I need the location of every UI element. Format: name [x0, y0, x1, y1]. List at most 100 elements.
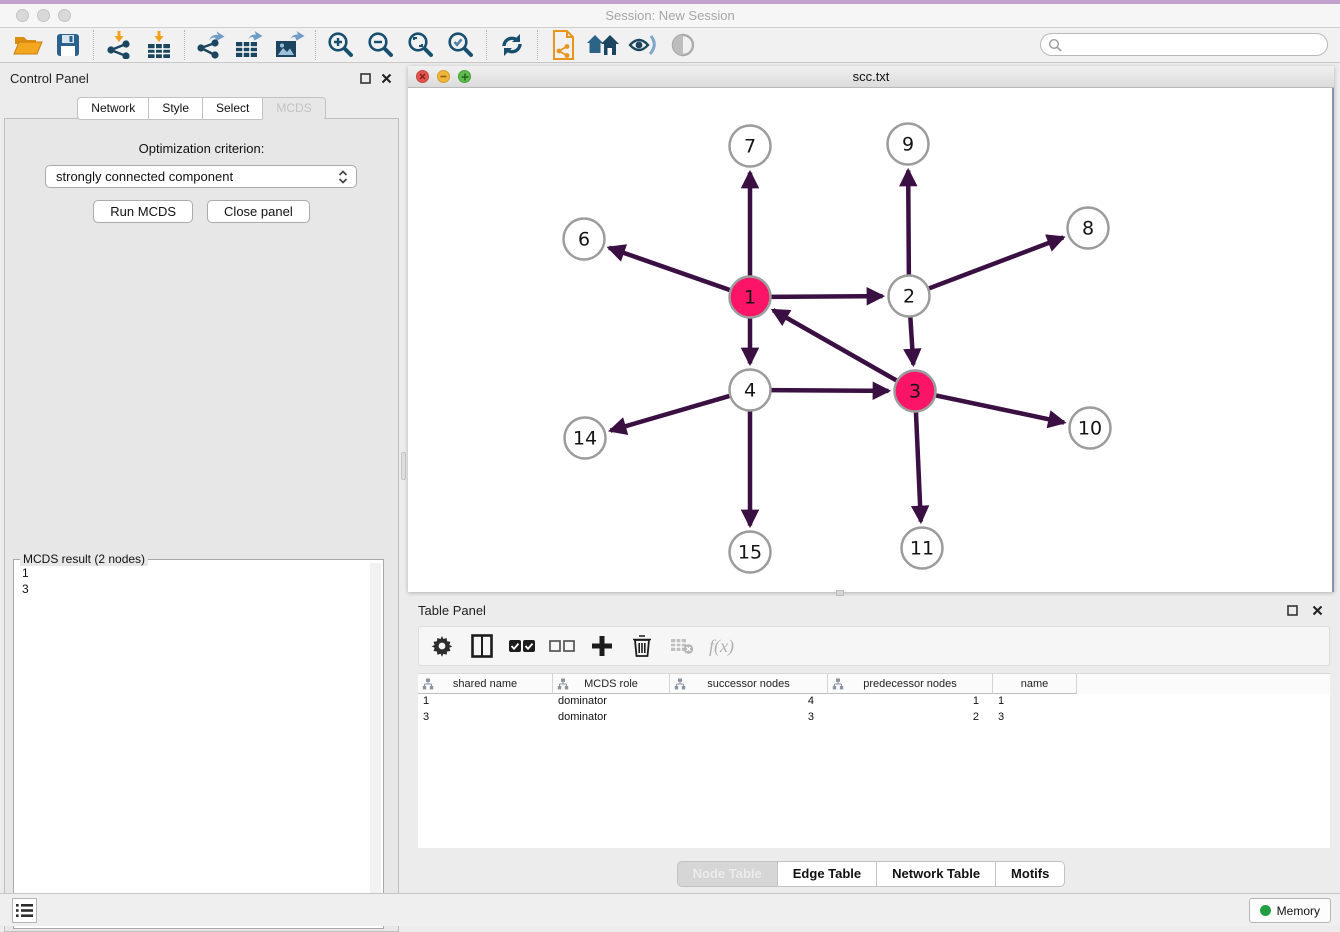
float-table-panel-icon[interactable] — [1286, 604, 1299, 617]
graph-edge-1-2[interactable] — [769, 296, 882, 297]
graph-edge-3-11[interactable] — [916, 410, 921, 521]
open-session-button[interactable] — [8, 30, 48, 60]
graph-node-11[interactable]: 11 — [902, 528, 943, 569]
graph-node-label: 1 — [744, 287, 756, 309]
column-header-mcds-role[interactable]: MCDS role — [553, 674, 670, 694]
graph-node-6[interactable]: 6 — [564, 219, 605, 260]
graph-edge-4-14[interactable] — [610, 395, 731, 430]
graph-edge-3-1[interactable] — [773, 310, 898, 381]
float-panel-icon[interactable] — [359, 72, 372, 85]
close-window-icon[interactable] — [16, 9, 29, 22]
table-cell[interactable]: dominator — [553, 710, 670, 726]
graph-node-label: 4 — [744, 380, 756, 402]
home-icon — [586, 33, 620, 57]
graph-node-14[interactable]: 14 — [565, 418, 606, 459]
mcds-panel: Optimization criterion: strongly connect… — [4, 118, 399, 932]
graph-node-8[interactable]: 8 — [1068, 208, 1109, 249]
zoom-fit-button[interactable] — [401, 30, 441, 60]
tab-node-table[interactable]: Node Table — [677, 861, 777, 887]
export-network-button[interactable] — [190, 30, 230, 60]
zoom-out-button[interactable] — [361, 30, 401, 60]
graph-edge-2-8[interactable] — [927, 237, 1063, 289]
network-from-selection-button[interactable] — [543, 30, 583, 60]
export-table-button[interactable] — [230, 30, 270, 60]
delete-column-button[interactable] — [629, 633, 655, 659]
import-network-icon — [105, 31, 133, 59]
close-panel-button[interactable]: Close panel — [207, 200, 310, 223]
deselect-all-button[interactable] — [549, 633, 575, 659]
task-history-button[interactable] — [12, 898, 37, 923]
graph-node-3[interactable]: 3 — [895, 371, 936, 412]
panel-splitter-grip[interactable] — [401, 452, 406, 480]
table-tabs: Node Table Edge Table Network Table Moti… — [408, 861, 1334, 887]
graph-node-10[interactable]: 10 — [1070, 408, 1111, 449]
tab-select[interactable]: Select — [202, 97, 262, 120]
graph-edge-1-6[interactable] — [609, 248, 732, 291]
minimize-window-icon[interactable] — [37, 9, 50, 22]
graph-node-2[interactable]: 2 — [889, 276, 930, 317]
mcds-result-text[interactable]: 1 3 — [15, 563, 370, 925]
column-visibility-button[interactable] — [469, 633, 495, 659]
graph-node-15[interactable]: 15 — [730, 532, 771, 573]
table-cell[interactable]: 3 — [418, 710, 553, 726]
network-bottom-grip[interactable] — [836, 590, 844, 596]
select-all-button[interactable] — [509, 633, 535, 659]
graph-node-4[interactable]: 4 — [730, 370, 771, 411]
table-cell[interactable]: 1 — [418, 694, 553, 710]
show-graphics-details-button[interactable] — [623, 30, 663, 60]
window-controls[interactable] — [16, 9, 79, 27]
window-title: Session: New Session — [0, 4, 1340, 27]
tab-network-table[interactable]: Network Table — [876, 861, 995, 887]
graph-edge-3-10[interactable] — [934, 395, 1064, 422]
table-cell[interactable]: 1 — [993, 694, 1077, 710]
table-cell[interactable]: 2 — [828, 710, 993, 726]
tab-style[interactable]: Style — [148, 97, 202, 120]
memory-button[interactable]: Memory — [1249, 898, 1331, 923]
tab-edge-table[interactable]: Edge Table — [777, 861, 876, 887]
graph-node-7[interactable]: 7 — [730, 126, 771, 167]
network-right-scrollbar[interactable] — [1332, 88, 1334, 592]
graph-edge-2-9[interactable] — [908, 170, 909, 276]
graph-node-9[interactable]: 9 — [888, 124, 929, 165]
column-header-predecessor-nodes[interactable]: predecessor nodes — [828, 674, 993, 694]
column-header-shared-name[interactable]: shared name — [418, 674, 553, 694]
table-cell[interactable]: dominator — [553, 694, 670, 710]
tab-network[interactable]: Network — [77, 97, 148, 120]
graph-edge-4-3[interactable] — [769, 390, 888, 391]
table-settings-button[interactable] — [429, 633, 455, 659]
table-cell[interactable]: 3 — [670, 710, 828, 726]
optimization-criterion-select[interactable]: strongly connected component — [45, 165, 357, 188]
tab-motifs[interactable]: Motifs — [995, 861, 1065, 887]
column-header-name[interactable]: name — [993, 674, 1077, 694]
import-table-button[interactable] — [139, 30, 179, 60]
close-table-panel-icon[interactable] — [1311, 604, 1324, 617]
add-column-button[interactable] — [589, 633, 615, 659]
graph-edge-2-3[interactable] — [910, 315, 913, 364]
graph-node-1[interactable]: 1 — [730, 277, 771, 318]
refresh-network-button[interactable] — [492, 30, 532, 60]
tab-mcds[interactable]: MCDS — [262, 97, 325, 120]
import-network-button[interactable] — [99, 30, 139, 60]
home-button[interactable] — [583, 30, 623, 60]
zoom-in-button[interactable] — [321, 30, 361, 60]
table-row[interactable]: 3dominator323 — [418, 710, 1330, 726]
export-image-button[interactable] — [270, 30, 310, 60]
function-builder-button-disabled: f(x) — [709, 636, 734, 657]
zoom-selected-icon — [447, 31, 475, 59]
search-input[interactable] — [1040, 33, 1328, 56]
network-canvas[interactable]: 7 9 6 8 1 2 4 3 14 10 15 11 — [408, 88, 1334, 592]
graph-node-label: 8 — [1082, 218, 1094, 240]
titlebar: Session: New Session — [0, 4, 1340, 28]
table-cell[interactable]: 1 — [828, 694, 993, 710]
column-header-successor-nodes[interactable]: successor nodes — [670, 674, 828, 694]
save-session-button[interactable] — [48, 30, 88, 60]
table-cell[interactable]: 4 — [670, 694, 828, 710]
table-row[interactable]: 1dominator411 — [418, 694, 1330, 710]
zoom-selected-button[interactable] — [441, 30, 481, 60]
close-panel-icon[interactable] — [380, 72, 393, 85]
network-window-titlebar[interactable]: scc.txt — [408, 66, 1334, 88]
table-cell[interactable]: 3 — [993, 710, 1077, 726]
mcds-result-scrollbar[interactable] — [370, 563, 381, 925]
run-mcds-button[interactable]: Run MCDS — [93, 200, 193, 223]
zoom-window-icon[interactable] — [58, 9, 71, 22]
